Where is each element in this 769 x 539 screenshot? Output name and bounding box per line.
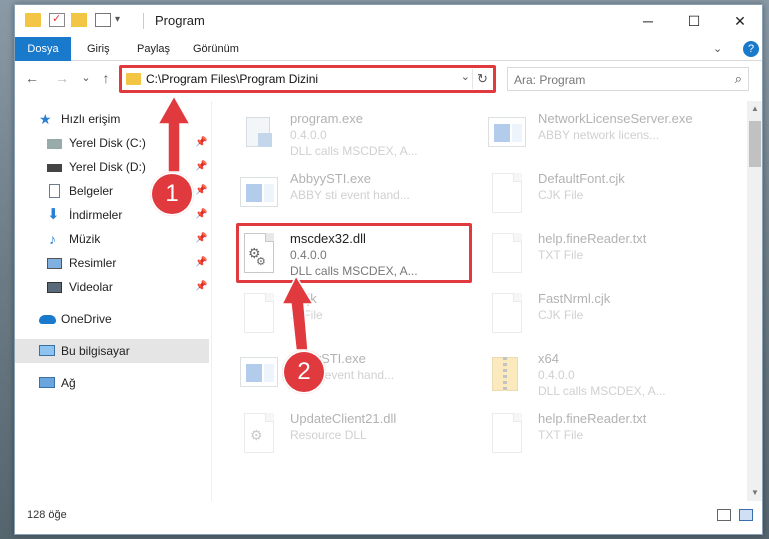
annotation-arrows xyxy=(156,94,315,351)
arrow-up-icon xyxy=(156,94,192,173)
step-badge-2: 2 xyxy=(282,350,326,394)
arrow-up-icon xyxy=(280,274,315,351)
step-badge-1: 1 xyxy=(150,172,194,216)
